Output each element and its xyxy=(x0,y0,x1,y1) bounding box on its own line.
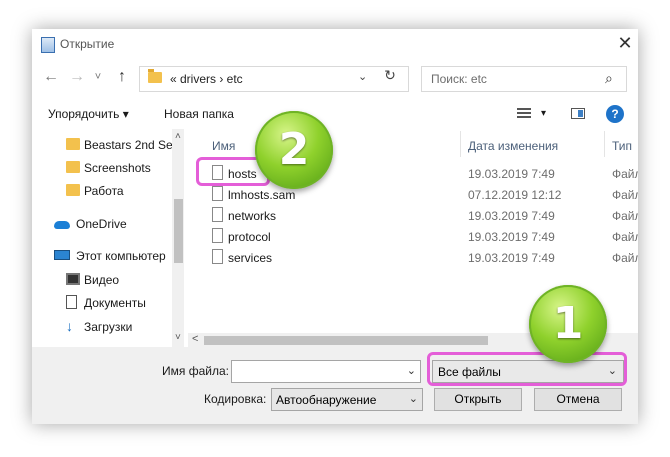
column-divider[interactable] xyxy=(460,131,461,157)
close-icon[interactable]: ✕ xyxy=(615,33,635,53)
command-bar: Упорядочить ▾ Новая папка ▾ ? xyxy=(32,99,638,129)
file-icon xyxy=(212,186,223,201)
scroll-up-icon[interactable]: ˄ xyxy=(175,131,181,142)
file-date: 07.12.2019 12:12 xyxy=(468,188,562,202)
scrollbar-thumb[interactable] xyxy=(174,199,183,263)
column-header-type[interactable]: Тип xyxy=(612,139,632,153)
address-path: « drivers › etc xyxy=(170,72,243,86)
video-icon xyxy=(66,273,80,285)
sidebar-item-downloads[interactable]: ↓ Загрузки xyxy=(32,316,172,338)
up-arrow-icon[interactable]: ↑ xyxy=(112,67,132,87)
file-type: Файл xyxy=(612,230,638,244)
column-divider[interactable] xyxy=(604,131,605,157)
sidebar-item-label: Beastars 2nd Sea xyxy=(84,138,180,152)
recent-locations-icon[interactable]: ˅ xyxy=(88,67,108,87)
file-date: 19.03.2019 7:49 xyxy=(468,230,555,244)
forward-arrow-icon[interactable]: → xyxy=(67,67,87,87)
sidebar-item-rabota[interactable]: Работа xyxy=(32,180,172,202)
folder-icon xyxy=(66,184,80,196)
organize-button[interactable]: Упорядочить ▾ xyxy=(48,107,129,121)
file-icon xyxy=(212,249,223,264)
sidebar-item-video[interactable]: Видео xyxy=(32,269,172,291)
folder-icon xyxy=(148,69,162,83)
open-button[interactable]: Открыть xyxy=(434,388,522,411)
navigation-bar: ← → ˅ ↑ « drivers › etc ⌄ ↻ Поиск: etc ⌕ xyxy=(32,63,638,93)
scrollbar-thumb[interactable] xyxy=(204,336,488,345)
encoding-value: Автообнаружение xyxy=(276,393,377,407)
title-bar: Открытие ✕ xyxy=(32,29,638,59)
file-name: protocol xyxy=(228,230,271,244)
column-header-name[interactable]: Имя xyxy=(212,139,235,153)
document-icon xyxy=(66,295,77,309)
scroll-left-icon[interactable]: < xyxy=(192,333,198,345)
filter-highlight-frame xyxy=(427,352,627,386)
address-bar[interactable]: « drivers › etc ⌄ xyxy=(139,66,409,92)
sidebar-item-label: Этот компьютер xyxy=(76,249,166,263)
chevron-down-icon[interactable]: ⌄ xyxy=(407,364,416,377)
help-icon[interactable]: ? xyxy=(606,105,624,123)
file-icon xyxy=(212,207,223,222)
file-row[interactable]: lmhosts.sam 07.12.2019 12:12 Файл xyxy=(188,185,638,205)
download-icon: ↓ xyxy=(66,318,73,334)
file-date: 19.03.2019 7:49 xyxy=(468,167,555,181)
encoding-select[interactable]: Автообнаружение ⌄ xyxy=(271,388,423,411)
cancel-button[interactable]: Отмена xyxy=(534,388,622,411)
file-date: 19.03.2019 7:49 xyxy=(468,251,555,265)
search-icon: ⌕ xyxy=(605,70,613,86)
file-row[interactable]: networks 19.03.2019 7:49 Файл xyxy=(188,206,638,226)
file-name: networks xyxy=(228,209,277,223)
window-title: Открытие xyxy=(60,37,115,51)
cloud-icon xyxy=(54,221,70,229)
computer-icon xyxy=(54,250,70,260)
chevron-down-icon[interactable]: ⌄ xyxy=(358,70,367,83)
view-options-icon[interactable] xyxy=(517,108,531,119)
sidebar-item-label: Видео xyxy=(84,273,120,287)
sidebar-item-label: Screenshots xyxy=(84,161,151,175)
sidebar-item-label: OneDrive xyxy=(76,217,127,231)
sidebar-item-beastars[interactable]: Beastars 2nd Sea xyxy=(32,134,179,156)
sidebar-item-label: Работа xyxy=(84,184,124,198)
search-placeholder: Поиск: etc xyxy=(431,72,487,86)
chevron-down-icon[interactable]: ▾ xyxy=(541,108,546,119)
file-type: Файл xyxy=(612,188,638,202)
file-date: 19.03.2019 7:49 xyxy=(468,209,555,223)
notepad-icon xyxy=(41,37,55,53)
file-name: services xyxy=(228,251,273,265)
encoding-label: Кодировка: xyxy=(204,392,267,406)
file-row[interactable]: services 19.03.2019 7:49 Файл xyxy=(188,248,638,268)
filename-field[interactable]: ⌄ xyxy=(231,360,421,383)
preview-pane-icon[interactable] xyxy=(571,108,585,119)
filename-label: Имя файла: xyxy=(162,364,229,378)
file-type: Файл xyxy=(612,251,638,265)
folder-icon xyxy=(66,138,80,150)
sidebar-item-label: Документы xyxy=(84,296,146,310)
sidebar-item-onedrive[interactable]: OneDrive xyxy=(32,213,172,235)
folder-icon xyxy=(66,161,80,173)
file-icon xyxy=(212,228,223,243)
step-badge-1: 1 xyxy=(529,285,607,363)
file-type: Файл xyxy=(612,167,638,181)
sidebar-item-this-pc[interactable]: Этот компьютер xyxy=(32,245,172,267)
sidebar-item-label: Загрузки xyxy=(84,320,133,334)
new-folder-button[interactable]: Новая папка xyxy=(164,107,234,121)
search-input[interactable]: Поиск: etc ⌕ xyxy=(421,66,627,92)
back-arrow-icon[interactable]: ← xyxy=(41,67,61,87)
column-header-date[interactable]: Дата изменения xyxy=(468,139,558,153)
chevron-down-icon: ⌄ xyxy=(408,393,418,405)
file-type: Файл xyxy=(612,209,638,223)
file-name: lmhosts.sam xyxy=(228,188,296,202)
sidebar-item-documents[interactable]: Документы xyxy=(32,292,172,314)
scroll-down-icon[interactable]: ˅ xyxy=(175,332,181,343)
sidebar-scrollbar[interactable]: ˄ ˅ xyxy=(172,129,184,347)
navigation-pane: Beastars 2nd Sea Screenshots Работа OneD… xyxy=(32,129,188,347)
file-row[interactable]: protocol 19.03.2019 7:49 Файл xyxy=(188,227,638,247)
sidebar-item-screenshots[interactable]: Screenshots xyxy=(32,157,172,179)
refresh-icon[interactable]: ↻ xyxy=(380,65,400,85)
step-badge-2: 2 xyxy=(255,111,333,189)
